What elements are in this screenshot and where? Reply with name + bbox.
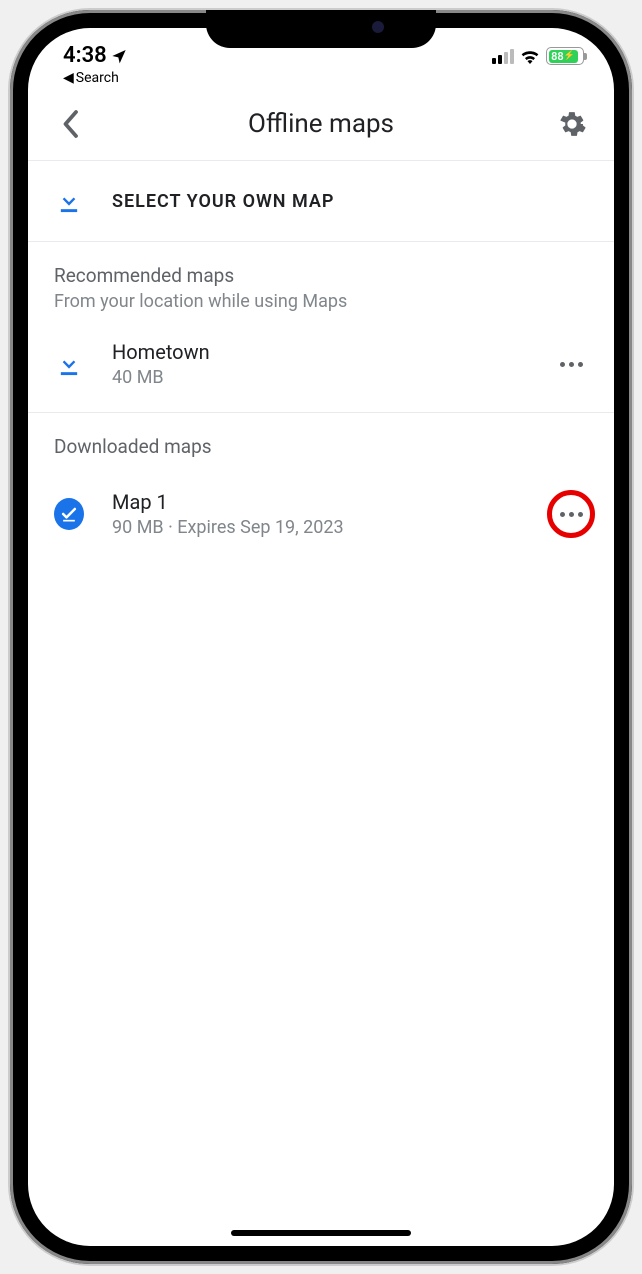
location-arrow-icon [111, 48, 127, 64]
recommended-header: Recommended maps From your location whil… [28, 242, 614, 316]
phone-frame: 4:38 ◀ Search 88⚡ [10, 10, 632, 1264]
downloaded-header: Downloaded maps [28, 413, 614, 466]
status-back-link[interactable]: ◀ Search [63, 70, 127, 86]
recommended-item-0-more[interactable] [554, 347, 588, 381]
recommended-item-0-name: Hometown [112, 340, 526, 364]
downloaded-item-0[interactable]: Map 1 90 MB · Expires Sep 19, 2023 [28, 466, 614, 562]
recommended-title: Recommended maps [54, 264, 588, 287]
downloaded-item-0-more[interactable] [554, 497, 588, 531]
gear-icon [558, 110, 586, 138]
download-icon [55, 187, 83, 215]
screen: 4:38 ◀ Search 88⚡ [28, 28, 614, 1246]
more-icon [560, 362, 583, 367]
downloaded-title: Downloaded maps [54, 435, 588, 458]
battery-icon: 88⚡ [546, 47, 584, 65]
chevron-left-icon [61, 109, 79, 139]
page-header: Offline maps [28, 84, 614, 160]
notch [206, 10, 436, 48]
settings-button[interactable] [556, 108, 588, 140]
time-text: 4:38 [63, 43, 107, 68]
select-own-map-button[interactable]: SELECT YOUR OWN MAP [28, 160, 614, 242]
back-triangle-icon: ◀ [63, 70, 74, 86]
downloaded-item-0-name: Map 1 [112, 490, 526, 514]
wifi-icon [520, 49, 540, 64]
back-to-label: Search [76, 70, 119, 86]
cellular-signal-icon [492, 49, 514, 64]
recommended-item-0-meta: 40 MB [112, 367, 526, 388]
page-title: Offline maps [248, 109, 394, 139]
back-button[interactable] [54, 108, 86, 140]
more-icon [560, 512, 583, 517]
recommended-item-0[interactable]: Hometown 40 MB [28, 316, 614, 412]
status-time: 4:38 [63, 43, 127, 68]
recommended-subtitle: From your location while using Maps [54, 291, 588, 312]
select-own-map-label: SELECT YOUR OWN MAP [112, 191, 334, 212]
downloaded-item-0-meta: 90 MB · Expires Sep 19, 2023 [112, 517, 526, 538]
download-icon [55, 350, 83, 378]
home-indicator[interactable] [231, 1230, 411, 1236]
downloaded-check-icon [54, 498, 84, 530]
battery-percent: 88 [551, 50, 564, 63]
